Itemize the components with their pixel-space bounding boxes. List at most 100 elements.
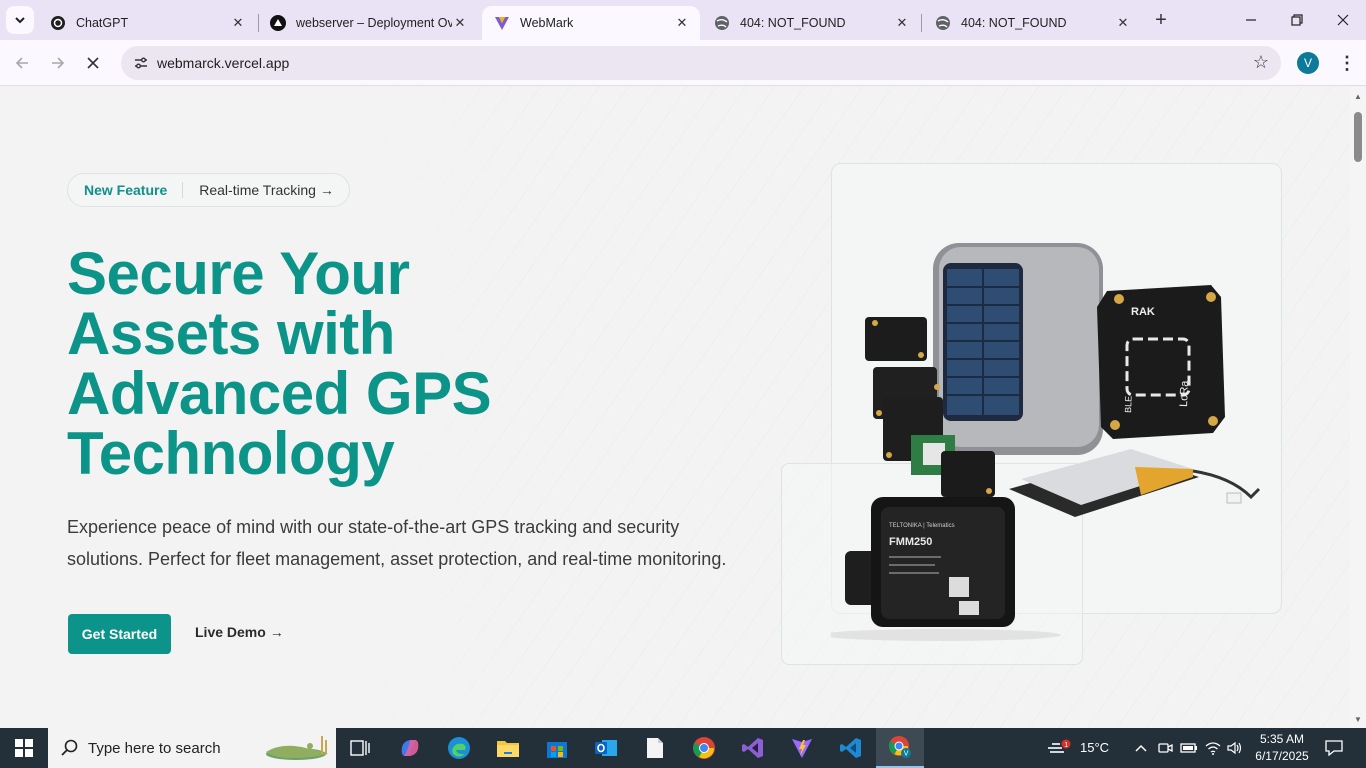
feature-badge[interactable]: New Feature Real-time Tracking → [67, 173, 350, 207]
board-lora-label: LoRa [1178, 380, 1191, 408]
task-view-button[interactable] [336, 728, 384, 768]
chatgpt-icon [50, 15, 66, 31]
microsoft-store-app[interactable] [533, 728, 581, 768]
close-icon[interactable]: ✕ [230, 15, 246, 31]
weather-temperature[interactable]: 15°C [1080, 740, 1109, 755]
search-highlight-illustration [266, 736, 328, 760]
tab-webserver[interactable]: webserver – Deployment Ov ✕ [258, 6, 478, 40]
feature-badge-link[interactable]: Real-time Tracking → [183, 182, 349, 198]
restore-button[interactable] [1274, 0, 1320, 40]
tab-strip: ChatGPT ✕ webserver – Deployment Ov ✕ We… [0, 0, 1366, 40]
weather-icon[interactable]: 1 [1046, 739, 1072, 757]
notifications-icon[interactable] [1324, 739, 1344, 757]
task-view-icon [350, 740, 370, 756]
scroll-down-icon[interactable]: ▼ [1350, 712, 1366, 726]
tracker-model-label: FMM250 [889, 536, 932, 548]
system-clock[interactable]: 5:35 AM 6/17/2025 [1244, 731, 1320, 765]
tab-search-button[interactable] [6, 6, 34, 34]
hero-headline: Secure Your Assets with Advanced GPS Tec… [67, 244, 627, 484]
plus-icon: + [1155, 8, 1167, 31]
tab-404-first[interactable]: 404: NOT_FOUND ✕ [702, 6, 920, 40]
clock-time: 5:35 AM [1259, 732, 1305, 746]
svg-text:V: V [904, 751, 909, 758]
minimize-button[interactable] [1228, 0, 1274, 40]
chrome-app[interactable] [680, 728, 728, 768]
start-button[interactable] [0, 728, 48, 768]
close-icon[interactable]: ✕ [674, 15, 690, 31]
scroll-up-icon[interactable]: ▲ [1350, 89, 1366, 103]
address-bar[interactable]: webmarck.vercel.app ☆ [121, 46, 1281, 80]
lora-board-image: RAK LoRa BLE [1097, 285, 1225, 439]
site-info-icon[interactable] [129, 51, 153, 75]
forward-button[interactable] [45, 50, 71, 76]
url-text[interactable]: webmarck.vercel.app [157, 55, 289, 71]
notepad-app[interactable] [631, 728, 679, 768]
restore-icon [1291, 14, 1303, 26]
visual-studio-app[interactable] [729, 728, 777, 768]
battery-icon[interactable] [1180, 739, 1198, 757]
live-demo-link[interactable]: Live Demo → [195, 624, 284, 640]
close-icon[interactable]: ✕ [452, 15, 468, 31]
vscode-app[interactable] [827, 728, 875, 768]
close-icon [87, 57, 99, 69]
tab-title: 404: NOT_FOUND [740, 16, 846, 30]
board-brand-label: RAK [1131, 306, 1155, 318]
close-icon[interactable]: ✕ [894, 15, 910, 31]
headline-line: Technology [67, 420, 395, 487]
close-window-button[interactable] [1320, 0, 1366, 40]
edge-icon [448, 737, 470, 759]
chrome-profile-app[interactable]: V [876, 728, 924, 768]
headline-line: Secure Your [67, 240, 410, 307]
page-scrollbar[interactable]: ▲ ▼ [1350, 87, 1366, 728]
tab-chatgpt[interactable]: ChatGPT ✕ [38, 6, 256, 40]
visual-studio-icon [742, 738, 763, 758]
folder-icon [497, 741, 519, 757]
vite-app[interactable] [778, 728, 826, 768]
chrome-icon [693, 737, 715, 759]
windows-logo-icon [15, 739, 33, 757]
chevron-down-icon [15, 17, 25, 24]
close-icon [1337, 14, 1349, 26]
battery-pack-image [1009, 449, 1261, 517]
profile-avatar[interactable]: V [1297, 52, 1319, 74]
document-icon [647, 738, 663, 758]
close-icon[interactable]: ✕ [1115, 15, 1131, 31]
bookmark-star-icon[interactable]: ☆ [1253, 52, 1269, 73]
weather-alert-badge: 1 [1064, 742, 1068, 749]
solar-tracker-image [933, 243, 1103, 455]
new-tab-button[interactable]: + [1149, 8, 1173, 32]
headline-line: Advanced GPS [67, 360, 492, 427]
tab-404-second[interactable]: 404: NOT_FOUND ✕ [923, 6, 1141, 40]
chevron-up-icon[interactable] [1132, 739, 1150, 757]
tab-title: 404: NOT_FOUND [961, 16, 1067, 30]
tab-webmark[interactable]: WebMark ✕ [482, 6, 700, 40]
outlook-icon [595, 740, 617, 756]
volume-icon[interactable] [1226, 739, 1244, 757]
stop-loading-button[interactable] [80, 50, 106, 76]
copilot-icon [401, 740, 419, 756]
tab-title: ChatGPT [76, 16, 129, 30]
webmark-icon [494, 15, 510, 31]
tracker-brand-label: TELTONIKA | Telematics [889, 523, 955, 529]
browser-toolbar: webmarck.vercel.app ☆ V ⋮ [0, 40, 1366, 86]
file-explorer-app[interactable] [484, 728, 532, 768]
globe-icon [935, 15, 951, 31]
vscode-icon [840, 738, 861, 758]
edge-app[interactable] [435, 728, 483, 768]
scroll-thumb[interactable] [1354, 112, 1362, 162]
feature-badge-tag: New Feature [68, 182, 184, 198]
browser-menu-icon[interactable]: ⋮ [1337, 52, 1357, 74]
taskbar-search-box[interactable]: Type here to search [48, 728, 336, 768]
copilot-app[interactable] [386, 728, 434, 768]
get-started-button[interactable]: Get Started [68, 614, 171, 654]
tab-title: webserver – Deployment Ov [296, 16, 452, 30]
wifi-icon[interactable] [1204, 739, 1222, 757]
fmm250-tracker-image: TELTONIKA | Telematics FMM250 [831, 497, 1061, 641]
search-placeholder: Type here to search [88, 739, 221, 757]
outlook-app[interactable] [582, 728, 630, 768]
arrow-left-icon [15, 57, 28, 69]
back-button[interactable] [9, 50, 35, 76]
windows-taskbar: Type here to search V 1 15°C 5:35 AM 6/1… [0, 728, 1366, 768]
store-icon [547, 742, 567, 758]
meet-now-icon[interactable] [1156, 739, 1174, 757]
